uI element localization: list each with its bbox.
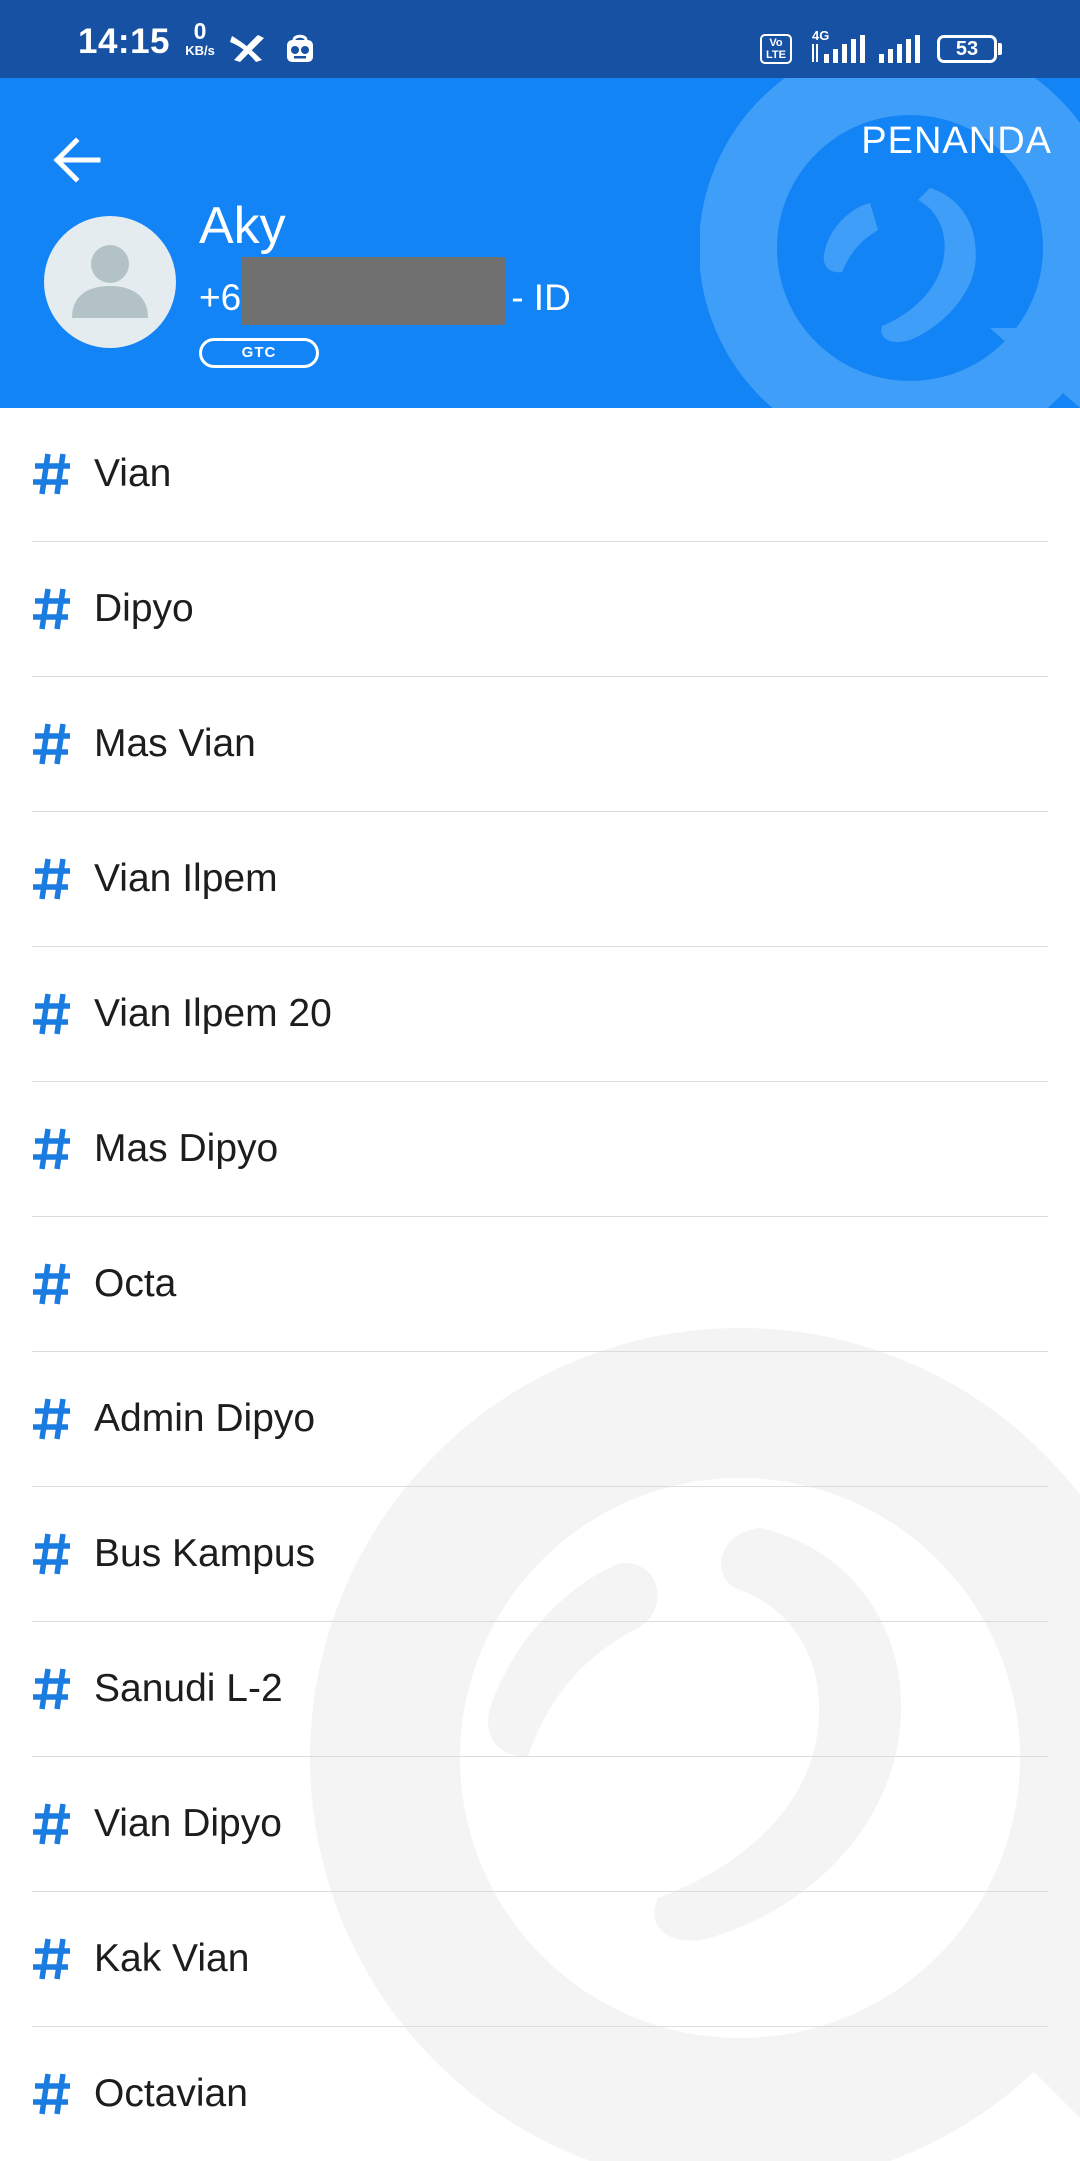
phone-suffix: - ID <box>511 276 571 318</box>
back-button[interactable] <box>46 128 110 192</box>
tag-label: Octa <box>94 1262 177 1305</box>
battery-tip <box>998 43 1002 55</box>
tag-row-3[interactable]: Mas Vian <box>32 678 1048 812</box>
hash-icon <box>33 1398 70 1440</box>
tag-label: Vian <box>94 452 172 495</box>
tag-row-6[interactable]: Mas Dipyo <box>32 1083 1048 1217</box>
carrier-badge: GTC <box>199 338 319 368</box>
tag-row-9[interactable]: Bus Kampus <box>32 1488 1048 1622</box>
contact-name: Aky <box>199 197 286 255</box>
carrier-x-icon <box>228 32 268 64</box>
tag-label: Vian Ilpem <box>94 857 278 900</box>
hash-icon <box>33 588 70 630</box>
hash-icon <box>33 1533 70 1575</box>
tag-label: Bus Kampus <box>94 1532 316 1575</box>
status-time: 14:15 <box>78 22 171 61</box>
tag-label: Admin Dipyo <box>94 1397 316 1440</box>
tag-row-10[interactable]: Sanudi L-2 <box>32 1623 1048 1757</box>
status-bar: 14:15 0 KB/s Vo LTE 4G 53 <box>0 0 1080 78</box>
hash-icon <box>33 1803 70 1845</box>
tag-label: Octavian <box>94 2072 248 2115</box>
tag-row-4[interactable]: Vian Ilpem <box>32 813 1048 947</box>
tag-row-2[interactable]: Dipyo <box>32 543 1048 677</box>
tag-list[interactable]: Vian Dipyo Mas Vian Vian Ilpem Vian Ilpe… <box>0 408 1080 2161</box>
volte-icon: Vo LTE <box>760 34 792 64</box>
tag-label: Mas Vian <box>94 722 256 765</box>
tag-row-1[interactable]: Vian <box>32 408 1048 542</box>
person-placeholder-icon <box>72 245 148 318</box>
hash-icon <box>33 993 70 1035</box>
phone-prefix: +6 <box>199 276 242 318</box>
tag-row-12[interactable]: Kak Vian <box>32 1893 1048 2027</box>
hash-icon <box>33 858 70 900</box>
network-speed: 0 KB/s <box>180 18 220 58</box>
tag-row-5[interactable]: Vian Ilpem 20 <box>32 948 1048 1082</box>
tag-label: Mas Dipyo <box>94 1127 279 1170</box>
notification-app-icon <box>285 34 315 64</box>
hash-icon <box>33 1938 70 1980</box>
phone-redaction <box>241 257 506 325</box>
tag-label: Dipyo <box>94 587 194 630</box>
hash-icon <box>33 1668 70 1710</box>
tag-row-11[interactable]: Vian Dipyo <box>32 1758 1048 1892</box>
avatar <box>44 216 176 348</box>
contact-phone: +6 - ID <box>199 257 571 325</box>
arrow-left-icon <box>53 137 101 183</box>
tag-label: Vian Dipyo <box>94 1802 282 1845</box>
signal-icon-sim1 <box>810 34 866 64</box>
tag-row-8[interactable]: Admin Dipyo <box>32 1353 1048 1487</box>
tag-label: Vian Ilpem 20 <box>94 992 332 1035</box>
tag-row-7[interactable]: Octa <box>32 1218 1048 1352</box>
network-speed-value: 0 <box>193 18 207 44</box>
tag-row-13[interactable]: Octavian <box>32 2028 1048 2161</box>
contact-header: PENANDA Aky +6 - ID GTC <box>0 78 1080 408</box>
hash-icon <box>33 1128 70 1170</box>
battery-icon: 53 <box>937 35 997 63</box>
hash-icon <box>33 2073 70 2115</box>
hash-icon <box>33 1263 70 1305</box>
tag-label: Sanudi L-2 <box>94 1667 283 1710</box>
penanda-button[interactable]: PENANDA <box>861 120 1052 163</box>
signal-icon-sim2 <box>878 34 920 64</box>
hash-icon <box>33 723 70 765</box>
tag-label: Kak Vian <box>94 1937 250 1980</box>
hash-icon <box>33 453 70 495</box>
network-speed-unit: KB/s <box>185 43 215 58</box>
